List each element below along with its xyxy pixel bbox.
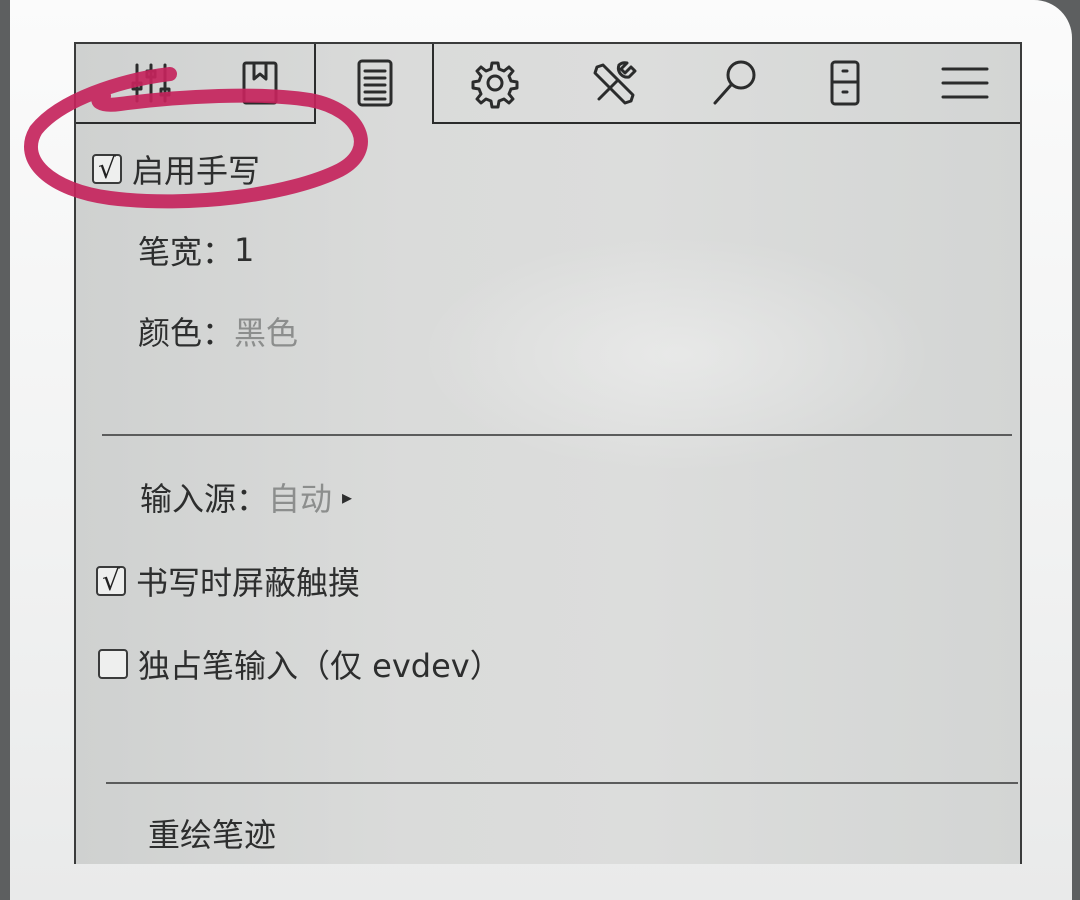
tools-icon (593, 61, 637, 105)
enable-handwriting-option[interactable]: √ 启用手写 (92, 146, 260, 192)
color-value: 黑色 (234, 314, 299, 352)
block-touch-label: 书写时屏蔽触摸 (136, 564, 361, 602)
check-mark-icon: √ (98, 152, 116, 185)
tab-search[interactable] (676, 44, 794, 122)
exclusive-pen-option[interactable]: 独占笔输入（仅 evdev） (98, 641, 502, 687)
color-label: 颜色： (138, 314, 235, 352)
pen-width-value: 1 (234, 231, 255, 269)
input-source-label: 输入源： (140, 480, 269, 518)
input-source-option[interactable]: 输入源： 自动 ▸ (140, 474, 352, 520)
redraw-strokes-option[interactable]: 重绘笔迹 (148, 810, 276, 856)
block-touch-checkbox[interactable]: √ (96, 566, 126, 596)
pen-width-option[interactable]: 笔宽： 1 (138, 227, 254, 273)
pen-width-label: 笔宽： (138, 233, 235, 271)
tab-sliders[interactable] (96, 44, 206, 122)
exclusive-pen-checkbox[interactable] (98, 649, 128, 679)
check-mark-icon: √ (102, 564, 120, 597)
block-touch-option[interactable]: √ 书写时屏蔽触摸 (96, 558, 360, 604)
enable-handwriting-checkbox[interactable]: √ (92, 154, 122, 184)
device-icon (830, 60, 860, 106)
gear-icon (471, 61, 519, 109)
input-source-value: 自动 (268, 480, 333, 518)
tab-document[interactable] (316, 44, 434, 122)
section-divider (106, 782, 1018, 784)
exclusive-pen-label: 独占笔输入（仅 evdev） (138, 647, 502, 685)
submenu-arrow-icon: ▸ (342, 485, 353, 509)
tab-bookmark[interactable] (206, 44, 314, 122)
document-icon (357, 59, 393, 107)
sliders-icon (131, 63, 171, 103)
menu-icon (941, 67, 989, 99)
enable-handwriting-label: 启用手写 (132, 152, 261, 190)
tab-menu[interactable] (906, 44, 1020, 122)
tab-device[interactable] (786, 44, 904, 122)
eink-screen: √ 启用手写 笔宽： 1 颜色： 黑色 输入源： 自动 ▸ √ 书写时屏蔽触摸 … (74, 42, 1022, 864)
tab-settings[interactable] (436, 44, 554, 122)
color-option[interactable]: 颜色： 黑色 (138, 308, 298, 354)
tab-bar (76, 44, 1020, 124)
tab-divider (434, 122, 1020, 124)
tab-tools[interactable] (556, 44, 674, 122)
section-divider (102, 434, 1012, 436)
redraw-strokes-label: 重绘笔迹 (148, 816, 277, 854)
screen-glare (416, 234, 936, 474)
bookmark-icon (242, 61, 278, 105)
search-icon (713, 60, 756, 105)
tab-divider (76, 122, 316, 124)
